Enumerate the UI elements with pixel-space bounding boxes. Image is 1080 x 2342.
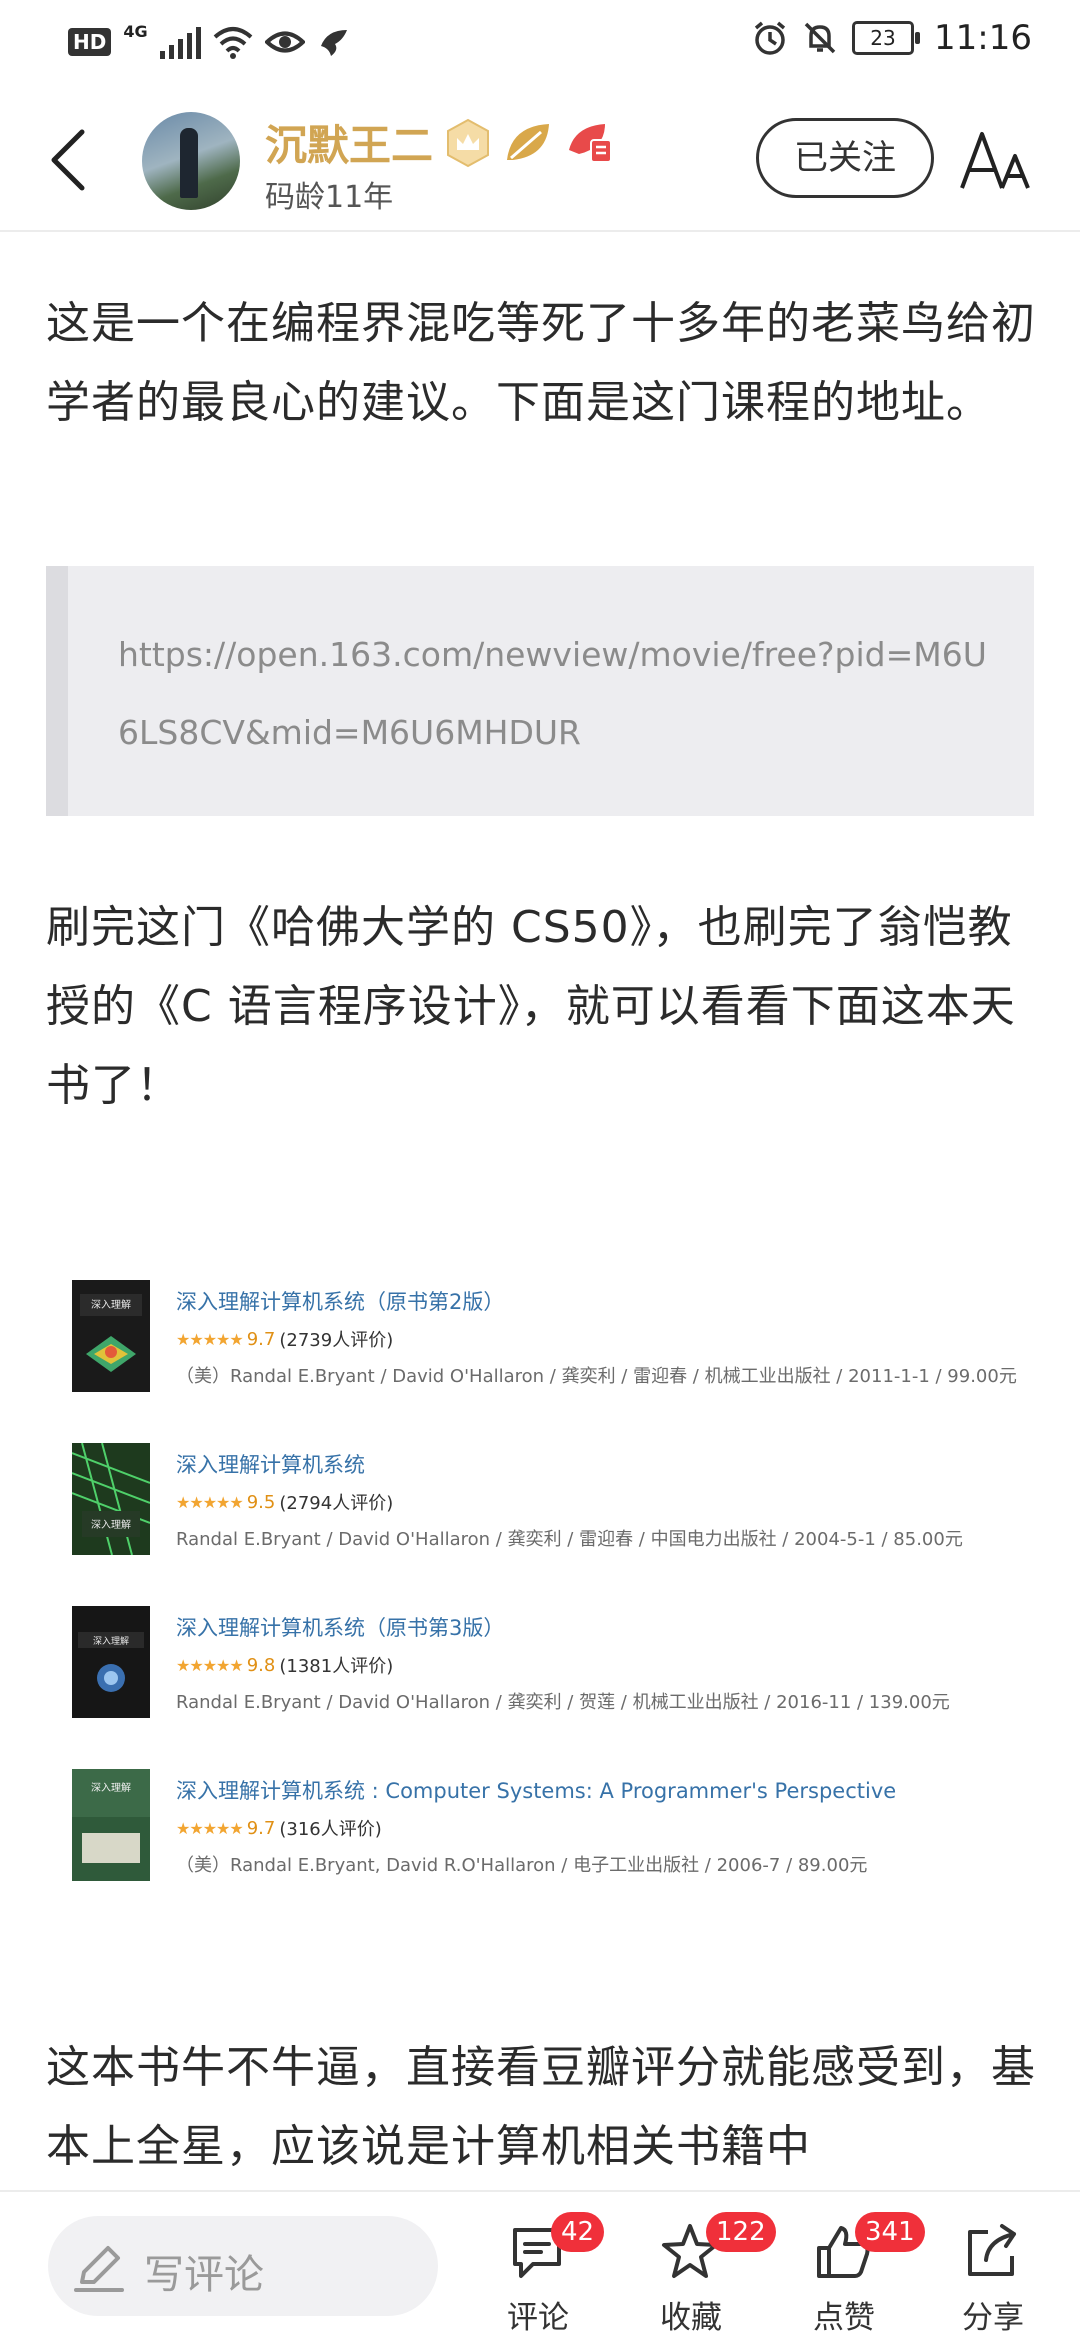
svg-text:深入理解: 深入理解 (91, 1518, 131, 1531)
favorite-label: 收藏 (660, 2300, 722, 2336)
quote-block: https://open.163.com/newview/movie/free?… (46, 566, 1034, 816)
comment-label: 评论 (507, 2300, 569, 2336)
article-paragraph-2: 刷完这门《哈佛大学的 CS50》，也刷完了翁恺教授的《C 语言程序设计》，就可以… (46, 902, 1016, 1111)
book-cover-image: 深入理解 (72, 1443, 150, 1555)
hd-badge: HD (68, 27, 112, 56)
favorite-button[interactable]: 122 收藏 (636, 2212, 776, 2342)
share-button[interactable]: 分享 (938, 2212, 1048, 2342)
svg-text:深入理解: 深入理解 (93, 1635, 129, 1647)
rating-count: (316人评价) (279, 1819, 382, 1840)
book-title[interactable]: 深入理解计算机系统（原书第2版） (176, 1286, 504, 1316)
red-badge-icon (569, 123, 613, 163)
course-url[interactable]: https://open.163.com/newview/movie/free?… (118, 616, 998, 772)
rating-stars: ★★★★★ (176, 1329, 244, 1349)
article-header: 沉默王二 码龄11年 已关注 (0, 90, 1080, 232)
book-title[interactable]: 深入理解计算机系统 : Computer Systems: A Programm… (176, 1775, 896, 1805)
article-paragraph-1: 这是一个在编程界混吃等死了十多年的老菜鸟给初学者的最良心的建议。下面是这门课程的… (46, 298, 1036, 428)
like-label: 点赞 (813, 2300, 875, 2336)
share-label: 分享 (962, 2300, 1024, 2336)
book-rating: ★★★★★ 9.8 (1381人评价) (176, 1652, 393, 1678)
rating-score: 9.8 (246, 1654, 276, 1676)
book-title[interactable]: 深入理解计算机系统 (176, 1449, 365, 1479)
like-count-badge: 341 (855, 2212, 925, 2252)
wifi-icon (213, 26, 252, 59)
book-meta: Randal E.Bryant / David O'Hallaron / 龚奕利… (176, 1529, 963, 1550)
book-title[interactable]: 深入理解计算机系统（原书第3版） (176, 1612, 504, 1642)
author-subtitle: 码龄11年 (265, 180, 394, 215)
clock: 11:16 (934, 18, 1032, 58)
bottom-action-bar: 写评论 42 评论 122 收藏 341 点赞 分享 (0, 2190, 1080, 2342)
svg-text:深入理解: 深入理解 (91, 1781, 131, 1794)
article-paragraph-3: 这本书牛不牛逼，直接看豆瓣评分就能感受到，基本上全星，应该说是计算机相关书籍中 (46, 2042, 1036, 2172)
book-rating: ★★★★★ 9.7 (2739人评价) (176, 1326, 393, 1352)
comment-button[interactable]: 42 评论 (483, 2212, 605, 2342)
follow-button[interactable]: 已关注 (756, 118, 934, 198)
book-item[interactable]: 深入理解 深入理解计算机系统 ★★★★★ 9.5 (2794人评价) Randa… (72, 1443, 1032, 1563)
book-cover-image: 深入理解 (72, 1769, 150, 1881)
pencil-icon (74, 2246, 124, 2292)
book-rating: ★★★★★ 9.7 (316人评价) (176, 1815, 382, 1841)
rating-score: 9.7 (246, 1817, 276, 1839)
author-name-row: 沉默王二 (265, 112, 615, 173)
comment-placeholder: 写评论 (144, 2252, 264, 2298)
mute-bell-icon (804, 22, 836, 54)
crown-badge-icon (447, 118, 490, 167)
rating-score: 9.7 (246, 1328, 276, 1350)
rating-score: 9.5 (246, 1491, 276, 1513)
book-meta: （美）Randal E.Bryant, David R.O'Hallaron /… (176, 1855, 868, 1876)
like-button[interactable]: 341 点赞 (789, 2212, 925, 2342)
book-item[interactable]: 深入理解 深入理解计算机系统（原书第2版） ★★★★★ 9.7 (2739人评价… (72, 1280, 1032, 1400)
font-size-icon[interactable] (958, 128, 1034, 194)
svg-text:深入理解: 深入理解 (91, 1298, 131, 1311)
book-cover-image: 深入理解 (72, 1280, 150, 1392)
comment-input[interactable]: 写评论 (48, 2216, 438, 2316)
share-icon (968, 2224, 1016, 2276)
book-item[interactable]: 深入理解 深入理解计算机系统（原书第3版） ★★★★★ 9.8 (1381人评价… (72, 1606, 1032, 1726)
network-label: 4G (123, 22, 148, 41)
rating-stars: ★★★★★ (176, 1492, 244, 1512)
book-meta: （美）Randal E.Bryant / David O'Hallaron / … (176, 1366, 1017, 1387)
book-cover-image: 深入理解 (72, 1606, 150, 1718)
book-rating: ★★★★★ 9.5 (2794人评价) (176, 1489, 393, 1515)
eye-icon (264, 31, 305, 52)
favorite-count-badge: 122 (706, 2212, 776, 2252)
status-left-icons: HD 4G (68, 22, 351, 61)
book-meta: Randal E.Bryant / David O'Hallaron / 龚奕利… (176, 1692, 950, 1713)
rating-count: (2794人评价) (279, 1493, 394, 1514)
rating-count: (2739人评价) (279, 1330, 394, 1351)
battery-level: 23 (870, 26, 896, 50)
comment-count-badge: 42 (551, 2212, 605, 2252)
quote-bar (46, 566, 68, 816)
status-bar: HD 4G 23 11:16 (0, 0, 1080, 88)
rating-count: (1381人评价) (279, 1656, 394, 1677)
rating-stars: ★★★★★ (176, 1655, 244, 1675)
author-name[interactable]: 沉默王二 (265, 112, 433, 173)
signal-icon (159, 25, 201, 59)
back-arrow-icon[interactable] (40, 120, 100, 200)
book-item[interactable]: 深入理解 深入理解计算机系统 : Computer Systems: A Pro… (72, 1769, 1032, 1889)
alarm-icon (754, 21, 786, 55)
avatar[interactable] (142, 112, 240, 210)
status-right-icons: 23 11:16 (752, 18, 1032, 58)
rating-stars: ★★★★★ (176, 1818, 244, 1838)
battery-icon: 23 (852, 21, 921, 55)
bird-icon (320, 29, 347, 56)
leaf-badge-icon (507, 123, 550, 160)
